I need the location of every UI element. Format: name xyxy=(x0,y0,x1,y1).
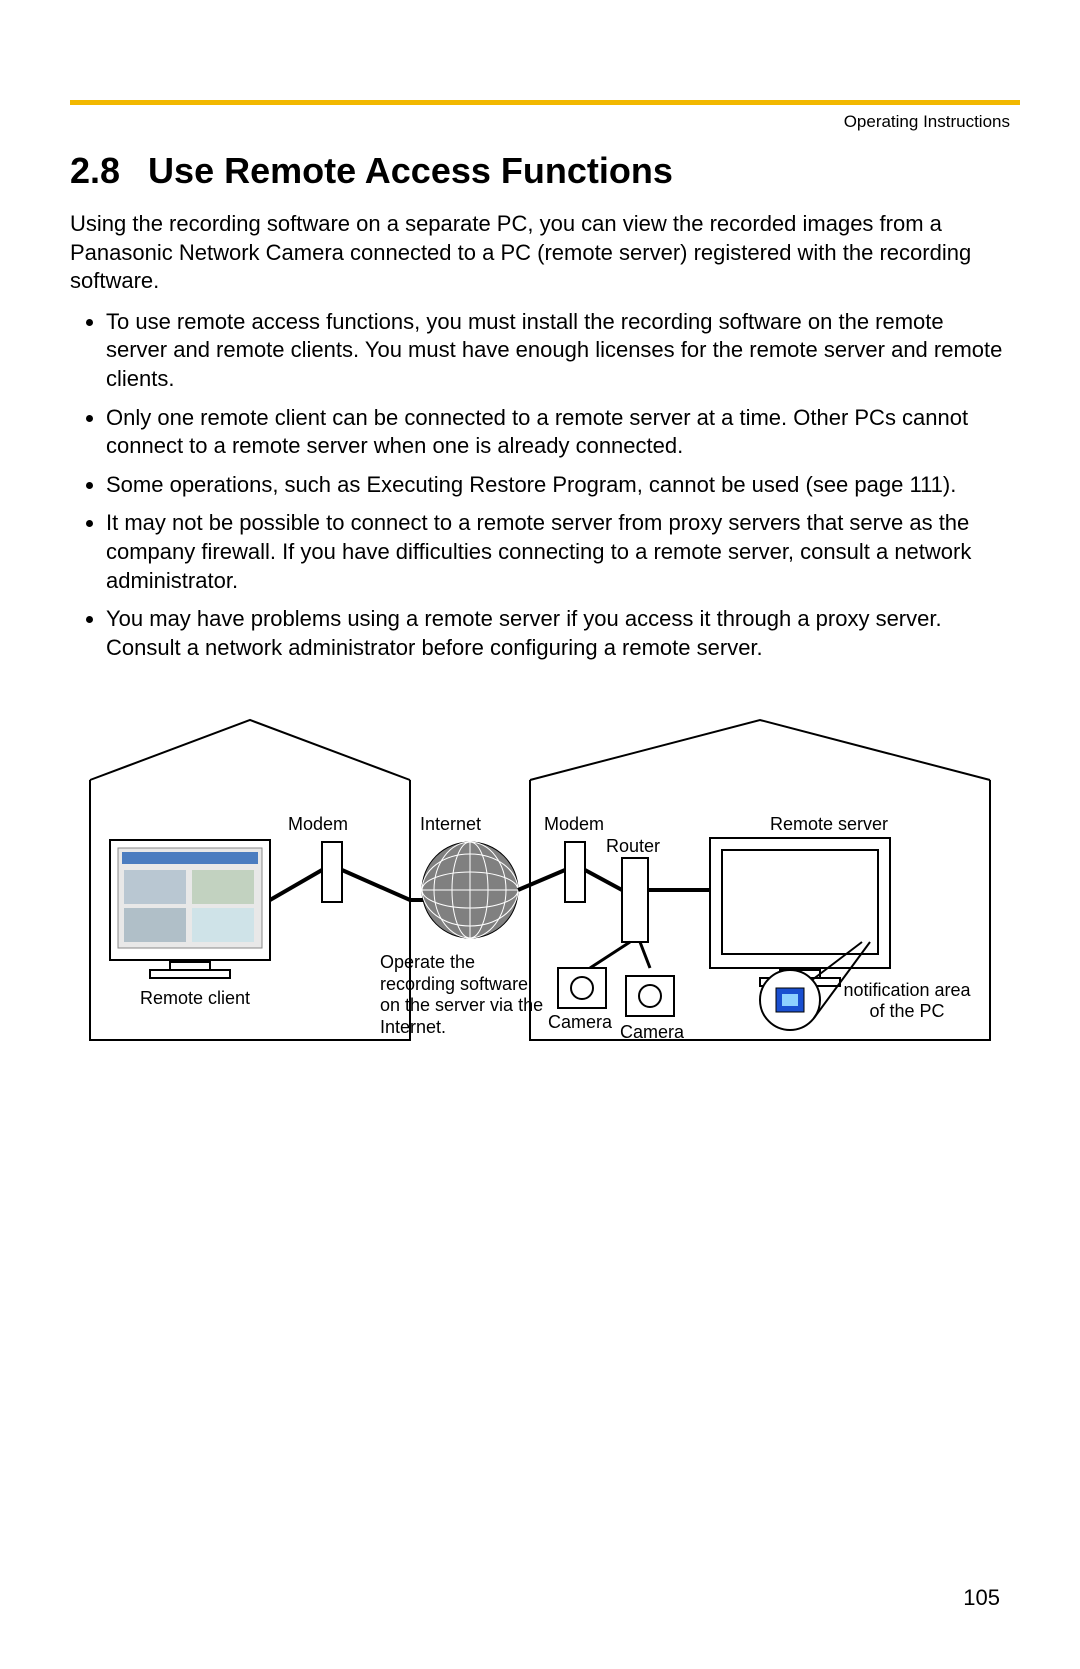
router-icon xyxy=(622,858,648,942)
operate-note: Operate the recording software on the se… xyxy=(380,952,550,1038)
router-label: Router xyxy=(606,836,660,856)
bullet-list: To use remote access functions, you must… xyxy=(70,308,1010,663)
list-item: It may not be possible to connect to a r… xyxy=(106,509,1010,595)
link-line xyxy=(270,870,322,900)
remote-server-icon xyxy=(710,838,890,986)
list-item: Only one remote client can be connected … xyxy=(106,404,1010,461)
list-item: To use remote access functions, you must… xyxy=(106,308,1010,394)
page-number: 105 xyxy=(963,1585,1000,1611)
section-title: 2.8 Use Remote Access Functions xyxy=(70,150,1010,192)
remote-client-label: Remote client xyxy=(140,988,250,1008)
list-item: You may have problems using a remote ser… xyxy=(106,605,1010,662)
internet-label: Internet xyxy=(420,814,481,834)
camera1-label: Camera xyxy=(548,1012,613,1032)
modem-right-icon xyxy=(565,842,585,902)
link-line xyxy=(640,942,650,968)
notification-label: notification area of the PC xyxy=(842,980,972,1021)
camera-icon xyxy=(626,976,674,1016)
modem-left-icon xyxy=(322,842,342,902)
remote-server-label: Remote server xyxy=(770,814,888,834)
remote-client-icon xyxy=(110,840,270,978)
camera2-label: Camera xyxy=(620,1022,685,1042)
modem-right-label: Modem xyxy=(544,814,604,834)
camera-icon xyxy=(558,968,606,1008)
list-item: Some operations, such as Executing Resto… xyxy=(106,471,1010,500)
modem-left-label: Modem xyxy=(288,814,348,834)
link-line xyxy=(518,870,565,890)
network-diagram: Remote client Modem Internet xyxy=(70,710,1010,1095)
intro-paragraph: Using the recording software on a separa… xyxy=(70,210,1010,296)
internet-globe-icon xyxy=(422,842,518,938)
header-rule xyxy=(70,100,1020,105)
section-number: 2.8 xyxy=(70,150,120,192)
link-line xyxy=(342,870,430,900)
link-line xyxy=(590,942,630,968)
section-title-text: Use Remote Access Functions xyxy=(148,150,673,191)
link-line xyxy=(585,870,622,890)
header-right-text: Operating Instructions xyxy=(844,112,1010,132)
